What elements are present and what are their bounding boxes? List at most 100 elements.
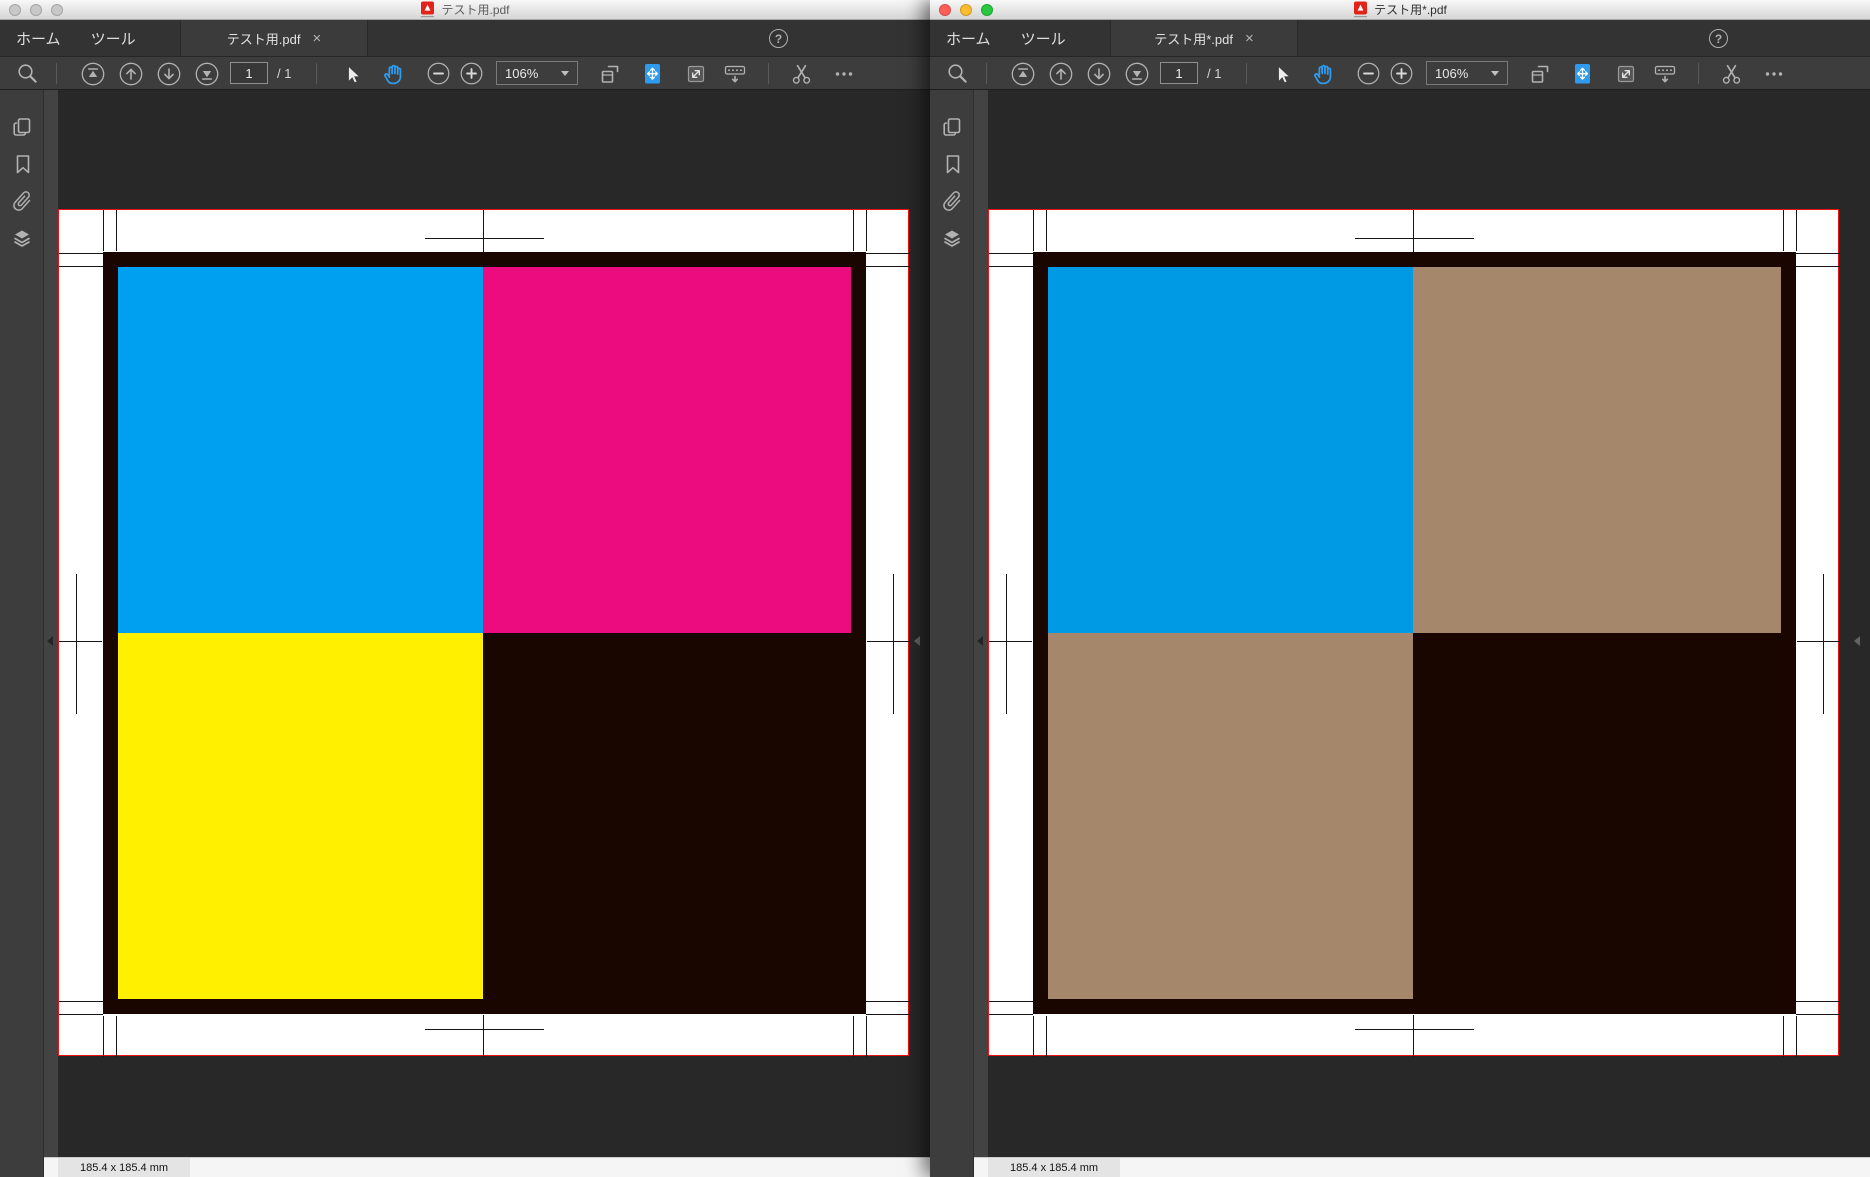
open-tools-pane-handle[interactable] (1854, 636, 1860, 646)
zoom-level-dropdown[interactable]: 106% (1426, 61, 1508, 85)
zoom-level-dropdown[interactable]: 106% (496, 61, 578, 85)
window-title-wrap: テスト用.pdf (0, 0, 930, 19)
scissors-icon (1722, 64, 1741, 84)
close-window-button[interactable] (9, 4, 21, 16)
more-options-button[interactable] (1762, 57, 1786, 90)
cursor-icon (1278, 64, 1291, 83)
arrow-down-icon (1087, 62, 1111, 85)
zoom-window-button[interactable] (51, 4, 63, 16)
window-title: テスト用*.pdf (1374, 3, 1447, 17)
hide-toolbar-button[interactable] (1652, 57, 1678, 90)
fit-page-icon (1575, 64, 1590, 84)
menu-tools[interactable]: ツール (1021, 28, 1066, 49)
pdf-page (58, 209, 910, 1057)
document-tab[interactable]: テスト用*.pdf × (1110, 20, 1298, 56)
zoom-out-button[interactable] (426, 57, 451, 90)
title-bar: テスト用.pdf (0, 0, 930, 20)
main-menu: ホーム ツール (0, 20, 930, 56)
page-fit-icon (601, 65, 619, 83)
acrobat-window-right: テスト用*.pdf ホーム ツール テスト用*.pdf × ? 1 / 1 10… (930, 0, 1870, 1177)
paperclip-icon (942, 191, 960, 211)
open-tools-pane-handle[interactable] (914, 636, 920, 646)
sidebar-layers-button[interactable] (9, 225, 35, 251)
arrow-up-icon (119, 62, 143, 85)
next-page-button[interactable] (1086, 57, 1112, 90)
bookmark-icon (16, 155, 29, 174)
close-window-button[interactable] (939, 4, 951, 16)
sidebar-attachments-button[interactable] (939, 188, 965, 214)
document-area: 185.4 x 185.4 mm (930, 90, 1870, 1177)
artwork-quadrant-bottom-left (118, 633, 483, 999)
select-tool-button[interactable] (1270, 57, 1294, 90)
menu-tools[interactable]: ツール (91, 28, 136, 49)
pdf-file-icon (420, 1, 435, 18)
select-tool-button[interactable] (340, 57, 364, 90)
page-number-input[interactable] (1160, 62, 1198, 84)
page-fit-button[interactable] (1528, 57, 1552, 90)
sidebar-bookmarks-button[interactable] (9, 151, 35, 177)
page-number-input[interactable] (230, 62, 268, 84)
fullscreen-button[interactable] (684, 57, 708, 90)
toolbar: / 1 106% (0, 57, 930, 90)
next-page-button[interactable] (156, 57, 182, 90)
help-button[interactable]: ? (1709, 29, 1728, 48)
hide-toolbar-button[interactable] (722, 57, 748, 90)
title-bar: テスト用*.pdf (930, 0, 1870, 20)
sidebar-page-thumbnails-button[interactable] (939, 114, 965, 140)
search-button[interactable] (14, 57, 40, 90)
sidebar-gutter (44, 90, 58, 1157)
document-tab[interactable]: テスト用.pdf × (180, 20, 368, 56)
fullscreen-icon (1617, 65, 1635, 82)
chevron-left-icon (914, 636, 920, 646)
sidebar-attachments-button[interactable] (9, 188, 35, 214)
fit-one-page-button[interactable] (1570, 57, 1595, 90)
caret-down-icon (1491, 70, 1499, 76)
zoom-out-button[interactable] (1356, 57, 1381, 90)
menu-home[interactable]: ホーム (16, 28, 61, 49)
navigation-sidebar (0, 90, 44, 1177)
minimize-window-button[interactable] (30, 4, 42, 16)
previous-page-button[interactable] (1048, 57, 1074, 90)
sidebar-page-thumbnails-button[interactable] (9, 114, 35, 140)
window-title: テスト用.pdf (441, 3, 510, 17)
zoom-level-value: 106% (505, 65, 539, 81)
layers-icon (943, 230, 960, 247)
zoom-in-button[interactable] (1389, 57, 1414, 90)
first-page-button[interactable] (1010, 57, 1036, 90)
hand-tool-button[interactable] (1310, 57, 1337, 90)
scissors-tool-button[interactable] (1718, 57, 1745, 90)
hand-tool-button[interactable] (380, 57, 407, 90)
page-fit-button[interactable] (598, 57, 622, 90)
artwork-quadrant-top-right (483, 267, 851, 633)
toolbar: / 1 106% (930, 57, 1870, 90)
collapse-nav-pane-handle[interactable] (977, 636, 983, 646)
menu-home[interactable]: ホーム (946, 28, 991, 49)
last-page-icon (1125, 62, 1149, 85)
last-page-icon (195, 62, 219, 85)
tab-close-button[interactable]: × (1245, 31, 1254, 46)
hand-icon (1314, 64, 1332, 85)
help-button[interactable]: ? (769, 29, 788, 48)
arrow-up-icon (1049, 62, 1073, 85)
pdf-file-icon (1353, 1, 1368, 18)
fit-one-page-button[interactable] (640, 57, 665, 90)
sidebar-layers-button[interactable] (939, 225, 965, 251)
cursor-icon (348, 64, 361, 83)
zoom-in-button[interactable] (459, 57, 484, 90)
minimize-window-button[interactable] (960, 4, 972, 16)
status-bar: 185.4 x 185.4 mm (974, 1157, 1870, 1177)
more-options-button[interactable] (832, 57, 856, 90)
last-page-button[interactable] (194, 57, 220, 90)
first-page-button[interactable] (80, 57, 106, 90)
zoom-window-button[interactable] (981, 4, 993, 16)
sidebar-bookmarks-button[interactable] (939, 151, 965, 177)
artwork-quadrant-top-left (118, 267, 483, 633)
tab-close-button[interactable]: × (312, 31, 321, 46)
last-page-button[interactable] (1124, 57, 1150, 90)
previous-page-button[interactable] (118, 57, 144, 90)
scissors-tool-button[interactable] (788, 57, 815, 90)
artwork-square (1033, 252, 1796, 1014)
collapse-nav-pane-handle[interactable] (47, 636, 53, 646)
fullscreen-button[interactable] (1614, 57, 1638, 90)
search-button[interactable] (944, 57, 970, 90)
